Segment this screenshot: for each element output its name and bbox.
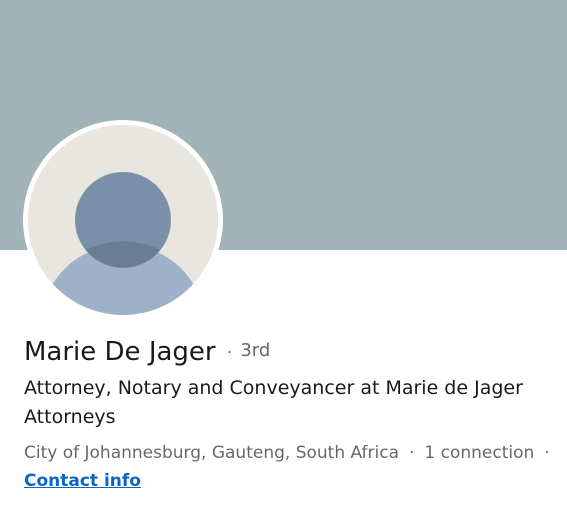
profile-card: Marie De Jager · 3rd Attorney, Notary an… bbox=[0, 0, 567, 507]
name-separator: · bbox=[226, 341, 233, 363]
profile-name: Marie De Jager bbox=[24, 337, 216, 367]
profile-avatar[interactable] bbox=[23, 120, 223, 320]
connection-degree-badge: 3rd bbox=[240, 339, 271, 361]
name-row: Marie De Jager · 3rd bbox=[24, 334, 270, 370]
trailing-separator: · bbox=[544, 443, 550, 463]
avatar-svg bbox=[28, 125, 218, 315]
meta-separator: · bbox=[409, 443, 415, 463]
location-row: City of Johannesburg, Gauteng, South Afr… bbox=[24, 441, 560, 465]
default-person-avatar-icon bbox=[28, 125, 218, 315]
contact-info-link[interactable]: Contact info bbox=[24, 471, 141, 491]
connections-count[interactable]: 1 connection bbox=[424, 443, 534, 463]
profile-headline: Attorney, Notary and Conveyancer at Mari… bbox=[24, 377, 523, 428]
profile-location: City of Johannesburg, Gauteng, South Afr… bbox=[24, 443, 399, 463]
